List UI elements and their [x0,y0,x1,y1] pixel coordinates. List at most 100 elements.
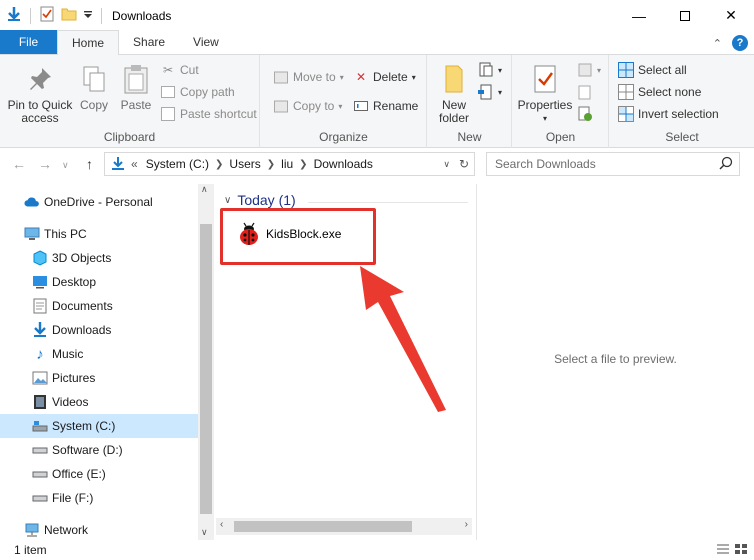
scroll-down-icon[interactable]: ∨ [201,527,208,538]
breadcrumb-overflow[interactable]: « [125,157,140,171]
sidebar-item-music[interactable]: ♪ Music [0,342,198,366]
breadcrumb-liu[interactable]: liu [275,157,299,171]
drive-icon [32,442,48,458]
details-view-icon[interactable] [716,543,730,558]
clipboard-group: Pin to Quick access Copy Paste ✂ Cut Cop… [0,55,260,148]
open-button[interactable]: ▾ [577,60,601,80]
videos-icon [32,394,48,410]
paste-shortcut-button[interactable]: Paste shortcut [160,104,257,124]
music-icon: ♪ [36,345,44,363]
new-folder-icon[interactable] [61,6,77,25]
select-all-icon [618,62,634,78]
ribbon: Pin to Quick access Copy Paste ✂ Cut Cop… [0,55,754,148]
close-icon: ✕ [725,7,737,23]
organize-group-label: Organize [319,130,368,144]
desktop-icon [32,274,48,290]
search-placeholder: Search Downloads [495,157,596,171]
properties-button[interactable]: Properties ▾ [515,63,575,125]
scroll-up-icon[interactable]: ∧ [201,184,208,195]
tab-view[interactable]: View [179,30,233,54]
horizontal-scroll-thumb[interactable] [234,521,412,532]
close-button[interactable]: ✕ [708,0,754,31]
search-box[interactable]: Search Downloads [486,152,740,176]
download-icon[interactable] [6,6,22,25]
sidebar-scrollbar[interactable]: ∧ ∨ [198,184,214,540]
sidebar-item-office-e[interactable]: Office (E:) [0,462,198,486]
search-icon[interactable] [719,156,733,173]
cloud-icon [24,194,40,210]
sidebar-item-onedrive[interactable]: OneDrive - Personal [0,190,198,214]
breadcrumb-separator-icon[interactable]: ❯ [299,159,307,170]
breadcrumb-separator-icon[interactable]: ❯ [215,159,223,170]
easy-access-button[interactable]: ▾ [478,82,502,102]
sidebar-item-pictures[interactable]: Pictures [0,366,198,390]
up-arrow-icon[interactable]: ↑ [86,156,93,172]
history-button[interactable] [577,104,593,124]
properties-check-icon[interactable] [39,6,55,25]
tab-home[interactable]: Home [57,30,120,55]
group-header-today[interactable]: ∨ Today (1) [224,192,296,208]
organize-group: Move to ▾ ✕ Delete ▾ Copy to ▾ Rename Or… [261,55,427,148]
select-all-button[interactable]: Select all [618,60,687,80]
maximize-button[interactable] [662,0,708,31]
large-icons-view-icon[interactable] [734,543,748,558]
back-arrow-icon[interactable]: ← [12,156,26,172]
cut-button[interactable]: ✂ Cut [160,60,199,80]
breadcrumb-system-c[interactable]: System (C:) [140,157,215,171]
new-folder-button[interactable]: New folder [434,63,474,125]
paste-button[interactable]: Paste [116,63,156,112]
network-icon [24,522,40,538]
edit-button[interactable] [577,82,593,102]
sidebar-item-network[interactable]: Network [0,518,198,542]
ribbon-tabs: File Home Share View ⌃ ? [0,30,754,55]
sidebar-item-file-f[interactable]: File (F:) [0,486,198,510]
copy-icon [78,63,110,95]
sidebar-item-software-d[interactable]: Software (D:) [0,438,198,462]
tab-file[interactable]: File [0,30,57,54]
properties-icon [529,63,561,95]
scroll-right-icon[interactable]: › [465,519,468,530]
clipboard-group-label: Clipboard [103,130,156,144]
breadcrumb-users[interactable]: Users [223,157,266,171]
forward-arrow-icon[interactable]: → [38,156,52,172]
breadcrumb-downloads[interactable]: Downloads [308,157,379,171]
drive-icon [32,418,48,434]
breadcrumb-separator-icon[interactable]: ❯ [267,159,275,170]
easy-access-icon [478,84,494,100]
sidebar-item-documents[interactable]: Documents [0,294,198,318]
sidebar-item-3d-objects[interactable]: 3D Objects [0,246,198,270]
sidebar-item-desktop[interactable]: Desktop [0,270,198,294]
tab-share[interactable]: Share [119,30,179,54]
delete-button[interactable]: ✕ Delete ▾ [353,67,416,87]
annotation-arrow-icon [350,262,450,417]
collapse-ribbon-icon[interactable]: ⌃ [713,37,722,50]
select-none-button[interactable]: Select none [618,82,701,102]
recent-locations-chevron-icon[interactable]: ∨ [62,160,69,171]
move-to-button[interactable]: Move to ▾ [273,67,344,87]
address-bar[interactable]: « System (C:) ❯ Users ❯ liu ❯ Downloads … [104,152,475,176]
sidebar-item-videos[interactable]: Videos [0,390,198,414]
edit-icon [577,84,593,100]
sidebar-item-system-c[interactable]: System (C:) [0,414,198,438]
copy-path-button[interactable]: Copy path [160,82,235,102]
rename-icon [353,98,369,114]
scroll-left-icon[interactable]: ‹ [220,519,223,530]
minimize-button[interactable]: — [616,0,662,31]
copy-button[interactable]: Copy [76,63,112,112]
group-collapse-chevron-icon[interactable]: ∨ [224,195,231,206]
new-item-button[interactable]: ▾ [478,60,502,80]
sidebar-item-downloads[interactable]: Downloads [0,318,198,342]
sidebar-item-this-pc[interactable]: This PC [0,222,198,246]
customize-toolbar-icon[interactable] [83,9,93,23]
refresh-icon[interactable]: ↻ [459,157,469,171]
horizontal-scrollbar[interactable]: ‹ › [216,518,472,535]
sidebar-scroll-thumb[interactable] [200,224,212,514]
preview-message: Select a file to preview. [554,352,677,366]
help-icon[interactable]: ? [732,35,748,51]
pin-to-quick-access-button[interactable]: Pin to Quick access [6,63,74,125]
address-dropdown-icon[interactable]: ∨ [443,159,450,170]
copy-to-button[interactable]: Copy to ▾ [273,96,342,116]
rename-button[interactable]: Rename [353,96,418,116]
invert-selection-button[interactable]: Invert selection [618,104,719,124]
scissors-icon: ✂ [162,63,174,77]
